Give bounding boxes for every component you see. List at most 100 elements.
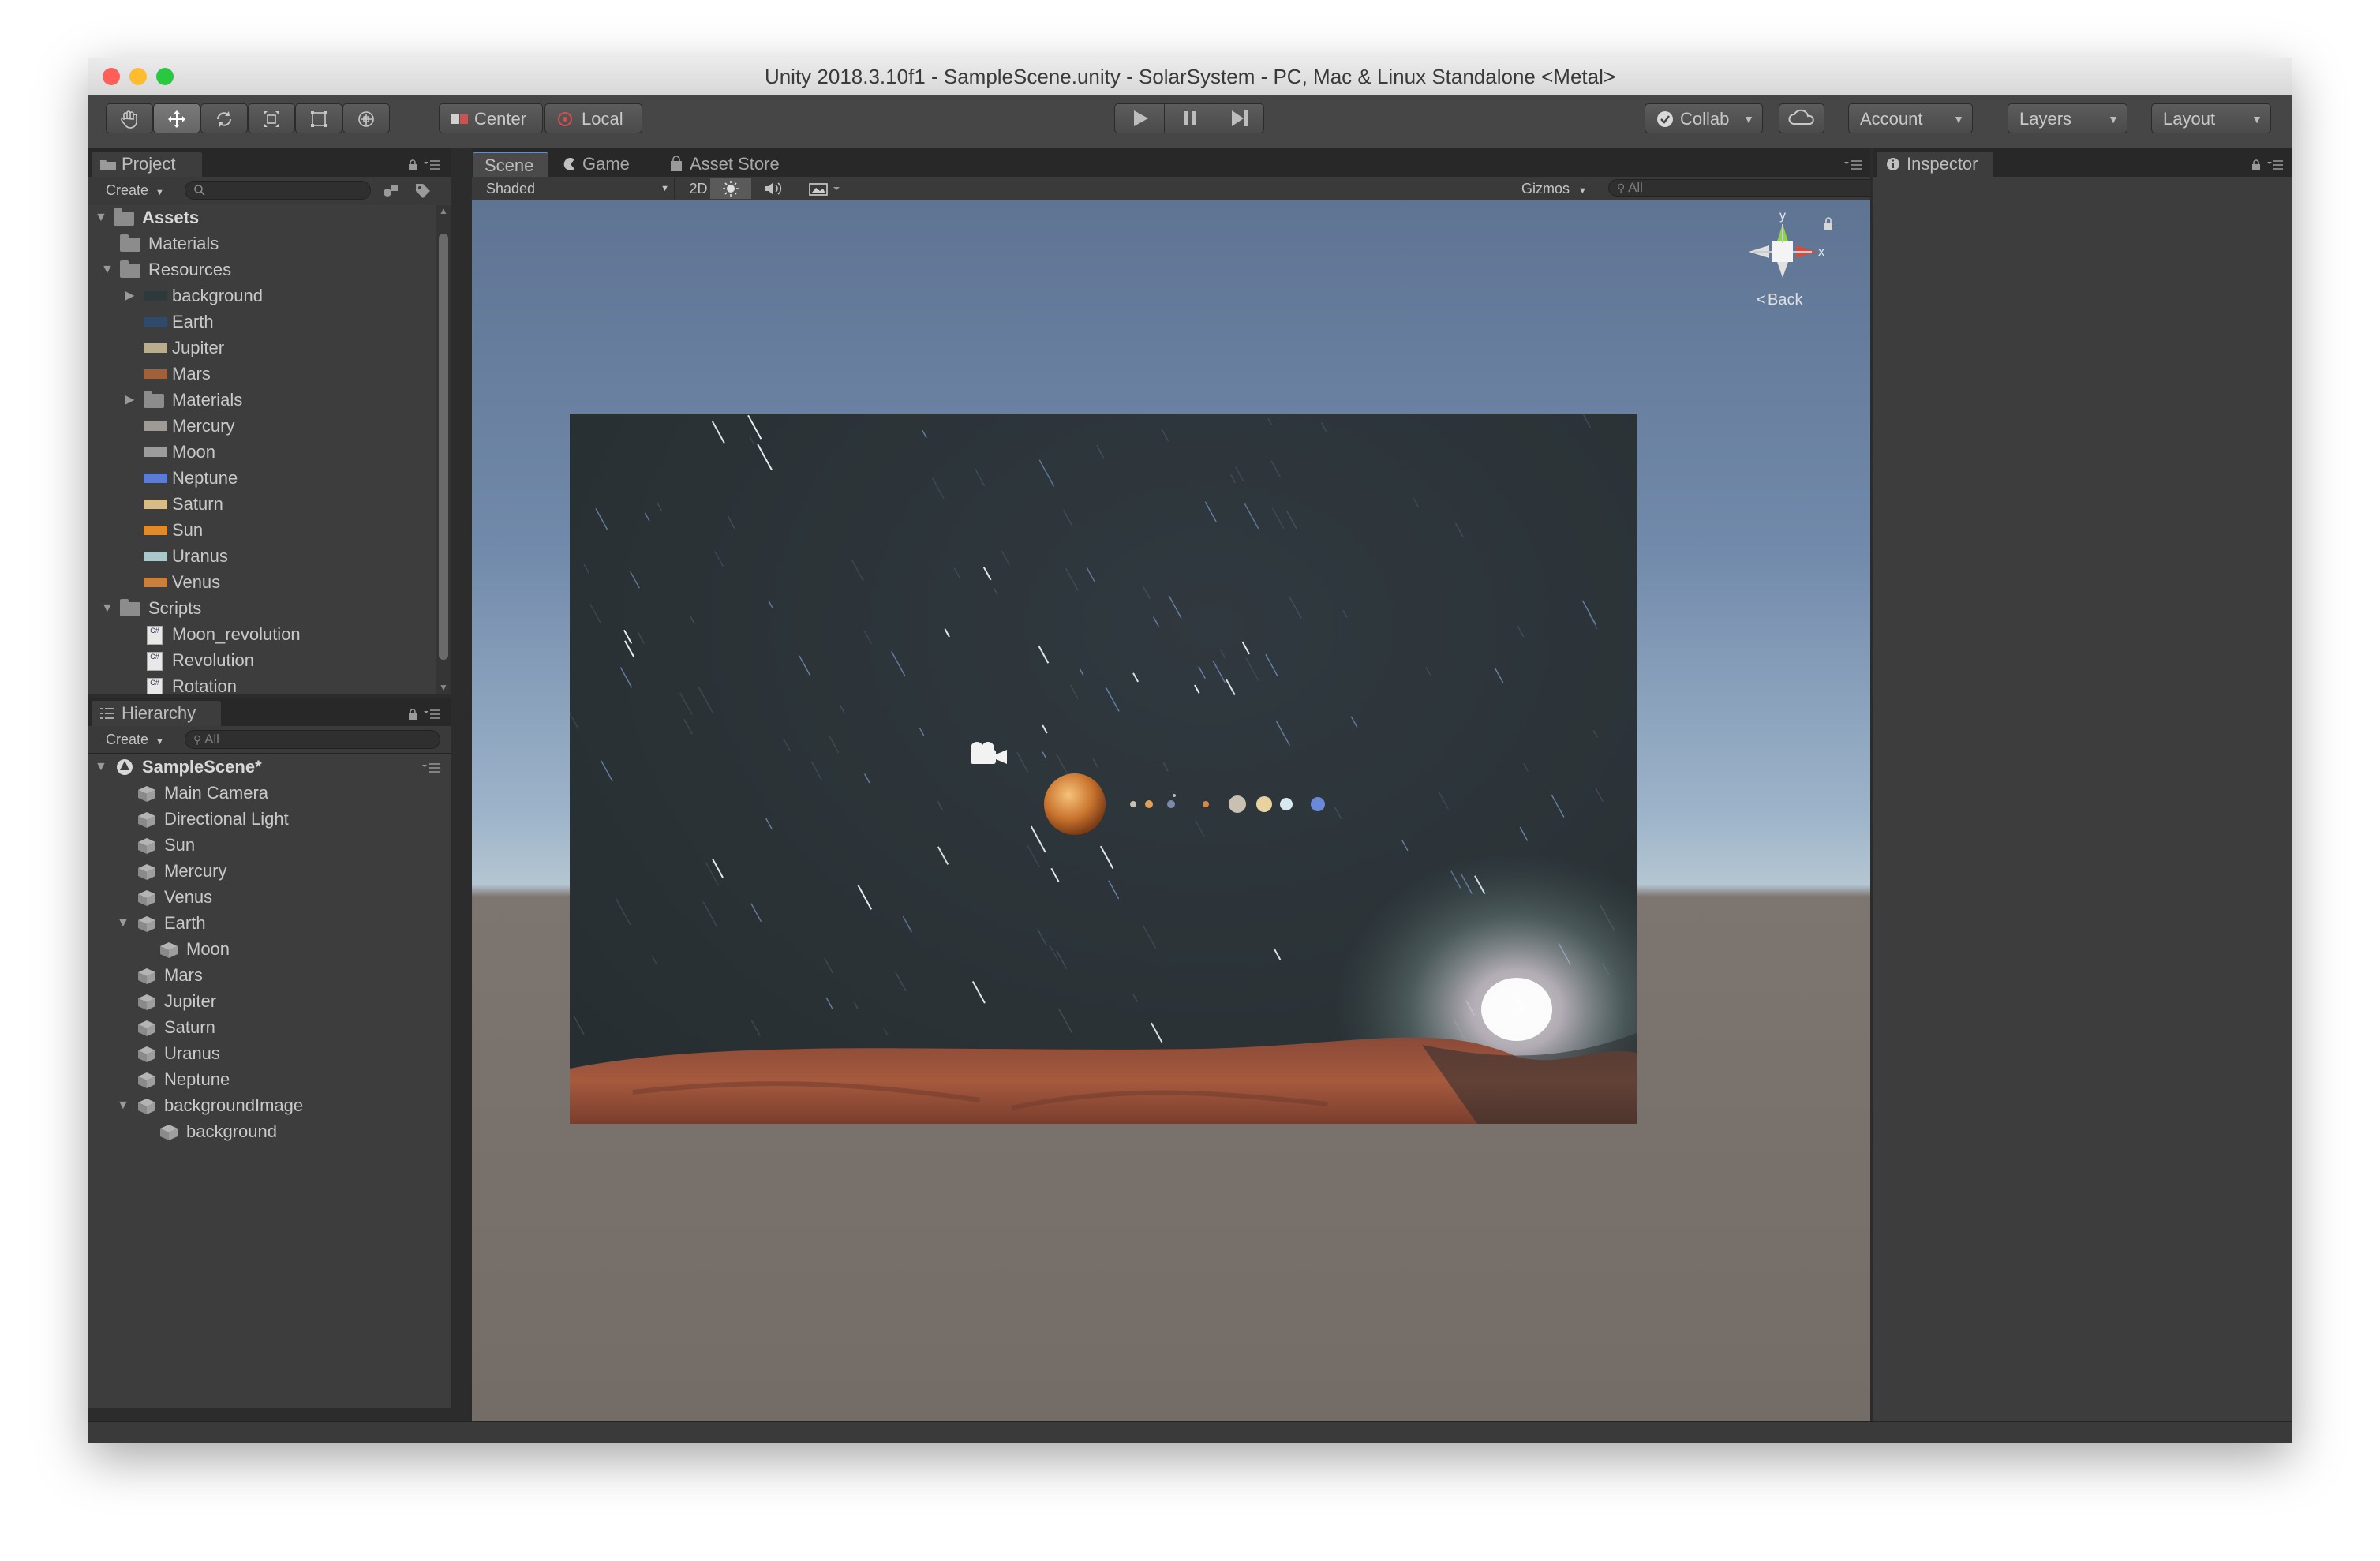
pivot-toggle-button[interactable]: Center <box>439 103 543 133</box>
tree-item-saturn[interactable]: Saturn <box>88 492 436 517</box>
effects-dropdown[interactable] <box>799 178 849 199</box>
scroll-up-arrow-icon[interactable]: ▲ <box>439 205 448 216</box>
collapse-arrow-icon[interactable]: ▼ <box>101 596 114 621</box>
scene-viewport[interactable]: y x < Back <box>472 200 1870 1422</box>
tree-item-mars[interactable]: Mars <box>88 361 436 387</box>
hierarchy-item-earth[interactable]: ▼ Earth <box>88 911 451 936</box>
tree-item-background[interactable]: ▶ background <box>88 283 436 309</box>
hand-tool-button[interactable] <box>106 103 153 133</box>
toggle-audio-button[interactable] <box>753 178 792 199</box>
tab-project[interactable]: Project <box>92 152 202 177</box>
moon-sphere[interactable] <box>1173 794 1176 797</box>
panel-splitter[interactable] <box>451 148 472 1422</box>
hierarchy-item-neptune[interactable]: Neptune <box>88 1067 451 1092</box>
tree-item-earth[interactable]: Earth <box>88 309 436 335</box>
tab-asset-store[interactable]: Asset Store <box>658 152 808 177</box>
pause-button[interactable] <box>1164 103 1214 133</box>
mercury-sphere[interactable] <box>1130 801 1136 807</box>
scrollbar-thumb[interactable] <box>439 234 448 660</box>
venus-sphere[interactable] <box>1145 800 1153 808</box>
expand-arrow-icon[interactable]: ▶ <box>125 387 134 413</box>
hierarchy-item-sun[interactable]: Sun <box>88 833 451 858</box>
tab-game[interactable]: Game <box>551 152 653 177</box>
sun-sphere[interactable] <box>1044 773 1106 835</box>
play-button[interactable] <box>1114 103 1165 133</box>
scroll-down-arrow-icon[interactable]: ▼ <box>439 682 448 693</box>
panel-splitter[interactable] <box>1870 148 1873 1422</box>
scale-tool-button[interactable] <box>248 103 295 133</box>
tree-item-moon[interactable]: Moon <box>88 440 436 465</box>
tree-item-moon-revolution[interactable]: C# Moon_revolution <box>88 622 436 647</box>
earth-sphere[interactable] <box>1167 800 1175 808</box>
hierarchy-item-uranus[interactable]: Uranus <box>88 1041 451 1066</box>
collab-dropdown[interactable]: Collab ▼ <box>1645 103 1763 133</box>
hierarchy-item-background[interactable]: background <box>88 1119 451 1144</box>
tree-item-mercury[interactable]: Mercury <box>88 414 436 439</box>
collapse-arrow-icon[interactable]: ▼ <box>117 1093 129 1118</box>
tree-item-neptune[interactable]: Neptune <box>88 466 436 491</box>
tab-inspector[interactable]: Inspector <box>1877 152 1993 177</box>
panel-menu-icon[interactable] <box>1843 159 1864 170</box>
expand-arrow-icon[interactable]: ▶ <box>125 283 134 309</box>
space-toggle-button[interactable]: Local <box>544 103 642 133</box>
tab-hierarchy[interactable]: Hierarchy <box>92 701 221 726</box>
hierarchy-item-directional-light[interactable]: Directional Light <box>88 807 451 832</box>
neptune-sphere[interactable] <box>1311 797 1325 811</box>
filter-by-label-icon[interactable] <box>414 182 432 199</box>
hierarchy-search-input[interactable]: ⚲ All <box>185 730 440 749</box>
toggle-lighting-button[interactable] <box>710 178 751 199</box>
gizmo-lock-icon[interactable] <box>1824 223 1832 230</box>
project-scrollbar[interactable]: ▲ ▼ <box>436 205 451 694</box>
expand-arrow-icon[interactable]: ▼ <box>95 754 107 780</box>
lock-icon[interactable] <box>2251 159 2262 170</box>
scene-orientation-gizmo[interactable]: y x < Back <box>1723 208 1842 343</box>
layers-dropdown[interactable]: Layers ▼ <box>2008 103 2127 133</box>
panel-menu-icon[interactable] <box>423 709 440 720</box>
project-create-dropdown[interactable]: Create ▼ <box>99 180 170 200</box>
rect-tool-button[interactable] <box>295 103 342 133</box>
tree-item-assets[interactable]: ▼ Assets <box>88 205 436 230</box>
tree-item-resources[interactable]: ▼ Resources <box>88 257 436 283</box>
hierarchy-item-saturn[interactable]: Saturn <box>88 1015 451 1040</box>
hierarchy-item-jupiter[interactable]: Jupiter <box>88 989 451 1014</box>
filter-by-type-icon[interactable] <box>382 182 401 199</box>
lock-icon[interactable] <box>407 159 418 170</box>
tree-item-jupiter[interactable]: Jupiter <box>88 335 436 361</box>
tree-item-materials[interactable]: Materials <box>88 231 436 256</box>
tree-item-sun[interactable]: Sun <box>88 518 436 543</box>
project-search-input[interactable] <box>185 181 371 200</box>
gizmos-dropdown[interactable]: Gizmos ▼ <box>1515 178 1599 199</box>
scene-root-row[interactable]: ▼ SampleScene* <box>88 754 451 780</box>
step-button[interactable] <box>1214 103 1264 133</box>
scene-menu-icon[interactable] <box>421 762 442 773</box>
account-dropdown[interactable]: Account ▼ <box>1848 103 1973 133</box>
hierarchy-item-backgroundimage[interactable]: ▼ backgroundImage <box>88 1093 451 1118</box>
tree-item-materials[interactable]: ▶ Materials <box>88 387 436 413</box>
mars-sphere[interactable] <box>1203 801 1209 807</box>
panel-menu-icon[interactable] <box>423 159 440 170</box>
hierarchy-item-venus[interactable]: Venus <box>88 885 451 910</box>
background-image-plane[interactable] <box>570 414 1637 1124</box>
tree-item-venus[interactable]: Venus <box>88 570 436 595</box>
lock-icon[interactable] <box>407 709 418 720</box>
tree-item-rotation[interactable]: C# Rotation <box>88 674 436 694</box>
expand-arrow-icon[interactable]: ▼ <box>95 205 107 230</box>
rotate-tool-button[interactable] <box>200 103 248 133</box>
tree-item-scripts[interactable]: ▼ Scripts <box>88 596 436 621</box>
tree-item-revolution[interactable]: C# Revolution <box>88 648 436 673</box>
move-tool-button[interactable] <box>153 103 200 133</box>
hierarchy-item-mercury[interactable]: Mercury <box>88 859 451 884</box>
transform-tool-button[interactable] <box>342 103 390 133</box>
tab-scene[interactable]: Scene <box>473 152 548 177</box>
hierarchy-item-mars[interactable]: Mars <box>88 963 451 988</box>
collapse-arrow-icon[interactable]: ▼ <box>101 257 114 283</box>
shading-mode-dropdown[interactable]: Shaded ▼ <box>480 178 674 199</box>
panel-menu-icon[interactable] <box>2266 159 2284 170</box>
jupiter-sphere[interactable] <box>1229 795 1246 813</box>
tree-item-uranus[interactable]: Uranus <box>88 544 436 569</box>
saturn-sphere[interactable] <box>1256 796 1272 812</box>
uranus-sphere[interactable] <box>1280 798 1293 810</box>
collapse-arrow-icon[interactable]: ▼ <box>117 911 129 936</box>
hierarchy-item-moon[interactable]: Moon <box>88 937 451 962</box>
layout-dropdown[interactable]: Layout ▼ <box>2151 103 2271 133</box>
